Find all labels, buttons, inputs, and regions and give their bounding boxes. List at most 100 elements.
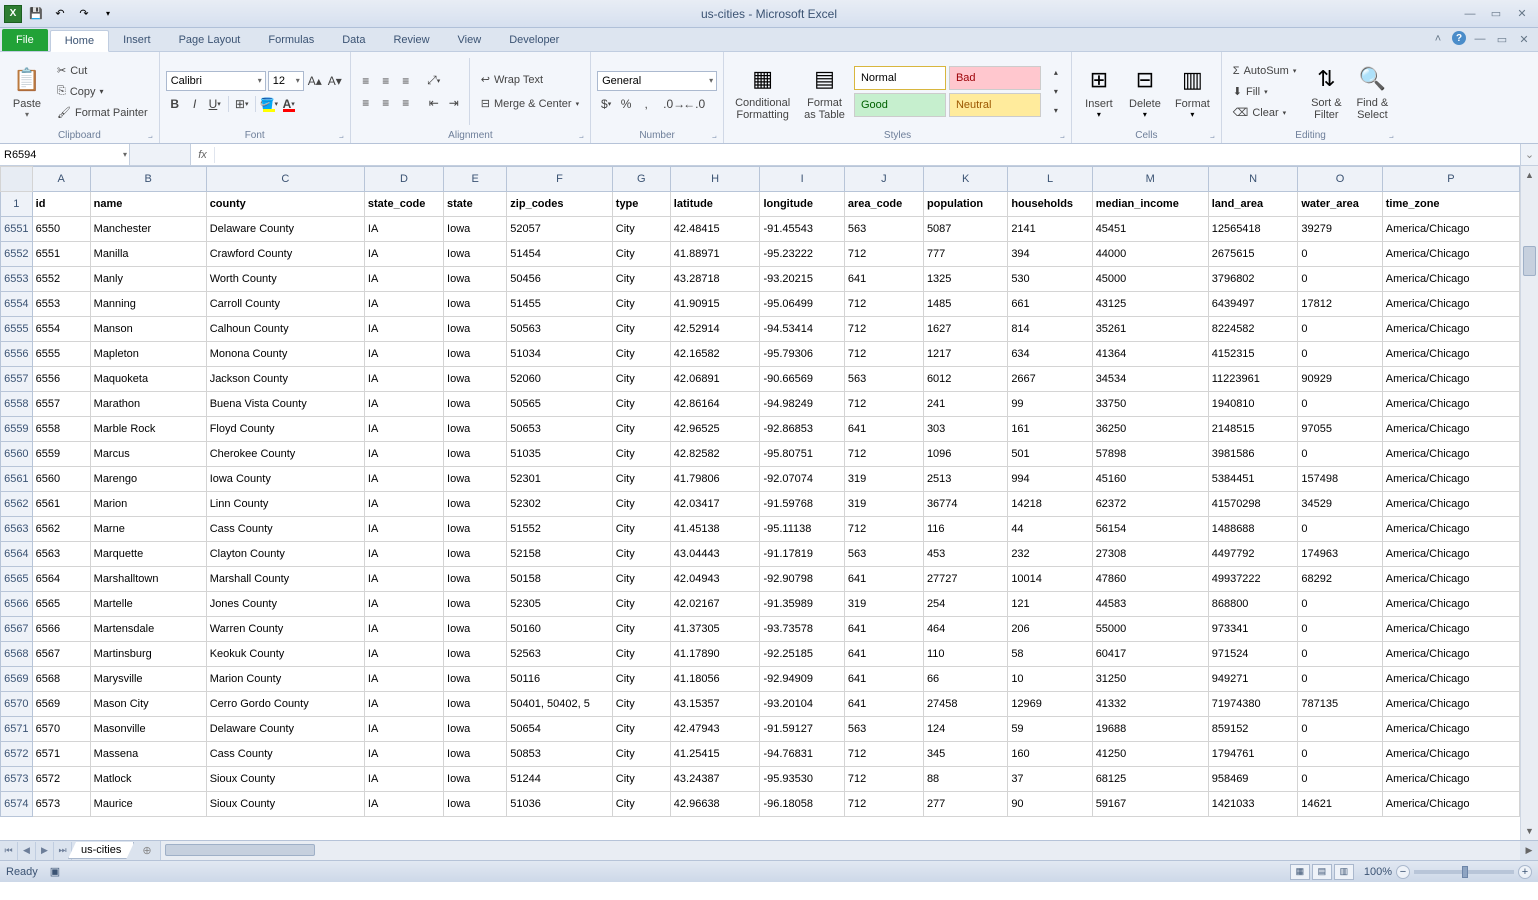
cell[interactable]: 90: [1008, 792, 1092, 817]
cell[interactable]: IA: [364, 792, 443, 817]
cell[interactable]: Maquoketa: [90, 367, 206, 392]
grow-font-button[interactable]: A▴: [306, 72, 324, 90]
increase-decimal-button[interactable]: .0→: [665, 95, 683, 113]
minimize-ribbon-icon[interactable]: ˄: [1430, 31, 1446, 47]
column-header[interactable]: N: [1208, 167, 1298, 192]
zoom-in-button[interactable]: +: [1518, 865, 1532, 879]
zoom-level[interactable]: 100%: [1364, 866, 1392, 878]
cell[interactable]: 50116: [507, 667, 612, 692]
undo-icon[interactable]: ↶: [50, 4, 70, 24]
cell[interactable]: 42.06891: [670, 367, 760, 392]
select-all-corner[interactable]: [1, 167, 33, 192]
cell[interactable]: 6550: [32, 217, 90, 242]
cell[interactable]: -94.53414: [760, 317, 844, 342]
cell[interactable]: latitude: [670, 192, 760, 217]
cell[interactable]: Mason City: [90, 692, 206, 717]
cell[interactable]: Iowa: [444, 617, 507, 642]
cell[interactable]: 44000: [1092, 242, 1208, 267]
styles-more[interactable]: ▾: [1047, 102, 1065, 120]
tab-home[interactable]: Home: [50, 30, 109, 52]
borders-button[interactable]: ⊞▾: [233, 95, 251, 113]
scroll-down-icon[interactable]: ▼: [1521, 822, 1538, 840]
cell[interactable]: -91.35989: [760, 592, 844, 617]
cell[interactable]: -90.66569: [760, 367, 844, 392]
cell[interactable]: 3796802: [1208, 267, 1298, 292]
tab-page-layout[interactable]: Page Layout: [165, 29, 255, 51]
cell[interactable]: 6554: [32, 317, 90, 342]
cell[interactable]: 6573: [32, 792, 90, 817]
cell[interactable]: -91.59768: [760, 492, 844, 517]
cell[interactable]: Marion County: [206, 667, 364, 692]
cell[interactable]: America/Chicago: [1382, 617, 1519, 642]
cell[interactable]: America/Chicago: [1382, 242, 1519, 267]
cell[interactable]: 174963: [1298, 542, 1382, 567]
cell[interactable]: 6558: [32, 417, 90, 442]
cell[interactable]: 0: [1298, 517, 1382, 542]
find-select-button[interactable]: 🔍Find & Select: [1351, 54, 1393, 129]
format-cells-button[interactable]: ▥Format▾: [1170, 54, 1215, 129]
cell[interactable]: 12969: [1008, 692, 1092, 717]
cell[interactable]: City: [612, 717, 670, 742]
cell[interactable]: City: [612, 292, 670, 317]
cell[interactable]: 777: [923, 242, 1007, 267]
cell[interactable]: America/Chicago: [1382, 217, 1519, 242]
cell[interactable]: households: [1008, 192, 1092, 217]
cell[interactable]: time_zone: [1382, 192, 1519, 217]
row-header[interactable]: 6567: [1, 617, 33, 642]
window-minimize-icon[interactable]: —: [1472, 31, 1488, 47]
cell[interactable]: 110: [923, 642, 1007, 667]
cell[interactable]: Iowa: [444, 242, 507, 267]
sheet-table[interactable]: ABCDEFGHIJKLMNOP1idnamecountystate_codes…: [0, 166, 1520, 817]
row-header[interactable]: 6551: [1, 217, 33, 242]
copy-button[interactable]: ⎘Copy▾: [52, 82, 153, 102]
cell[interactable]: IA: [364, 292, 443, 317]
cell[interactable]: 71974380: [1208, 692, 1298, 717]
cell[interactable]: 1485: [923, 292, 1007, 317]
insert-cells-button[interactable]: ⊞Insert▾: [1078, 54, 1120, 129]
row-header[interactable]: 6574: [1, 792, 33, 817]
cell[interactable]: 41.25415: [670, 742, 760, 767]
row-header[interactable]: 1: [1, 192, 33, 217]
accounting-button[interactable]: $▾: [597, 95, 615, 113]
cell[interactable]: 563: [844, 367, 923, 392]
cell[interactable]: 0: [1298, 342, 1382, 367]
row-header[interactable]: 6566: [1, 592, 33, 617]
cell[interactable]: 1627: [923, 317, 1007, 342]
cell[interactable]: 0: [1298, 742, 1382, 767]
cell[interactable]: City: [612, 692, 670, 717]
cell[interactable]: Worth County: [206, 267, 364, 292]
format-as-table-button[interactable]: ▤Format as Table: [799, 54, 850, 129]
cell[interactable]: Warren County: [206, 617, 364, 642]
window-close-icon[interactable]: ✕: [1516, 31, 1532, 47]
cell[interactable]: Calhoun County: [206, 317, 364, 342]
cell[interactable]: 59: [1008, 717, 1092, 742]
cell[interactable]: Iowa: [444, 667, 507, 692]
row-header[interactable]: 6564: [1, 542, 33, 567]
cell[interactable]: 51036: [507, 792, 612, 817]
column-header[interactable]: A: [32, 167, 90, 192]
cell[interactable]: America/Chicago: [1382, 392, 1519, 417]
cell[interactable]: Iowa: [444, 792, 507, 817]
cell[interactable]: 6552: [32, 267, 90, 292]
cell[interactable]: 59167: [1092, 792, 1208, 817]
cell[interactable]: 2513: [923, 467, 1007, 492]
font-name-select[interactable]: Calibri: [166, 71, 266, 91]
cell[interactable]: water_area: [1298, 192, 1382, 217]
cell[interactable]: 50653: [507, 417, 612, 442]
cell[interactable]: Manly: [90, 267, 206, 292]
cell[interactable]: Iowa: [444, 442, 507, 467]
fill-color-button[interactable]: 🪣▾: [260, 95, 278, 113]
cell[interactable]: 453: [923, 542, 1007, 567]
scroll-thumb[interactable]: [1523, 246, 1536, 276]
cell[interactable]: 303: [923, 417, 1007, 442]
cell[interactable]: 27458: [923, 692, 1007, 717]
cell[interactable]: 1794761: [1208, 742, 1298, 767]
cell[interactable]: Iowa: [444, 767, 507, 792]
cell[interactable]: Sioux County: [206, 792, 364, 817]
cell[interactable]: 42.96525: [670, 417, 760, 442]
cell[interactable]: 4152315: [1208, 342, 1298, 367]
cell[interactable]: 19688: [1092, 717, 1208, 742]
cell[interactable]: -91.45543: [760, 217, 844, 242]
cell[interactable]: 41.79806: [670, 467, 760, 492]
cell[interactable]: Iowa: [444, 742, 507, 767]
